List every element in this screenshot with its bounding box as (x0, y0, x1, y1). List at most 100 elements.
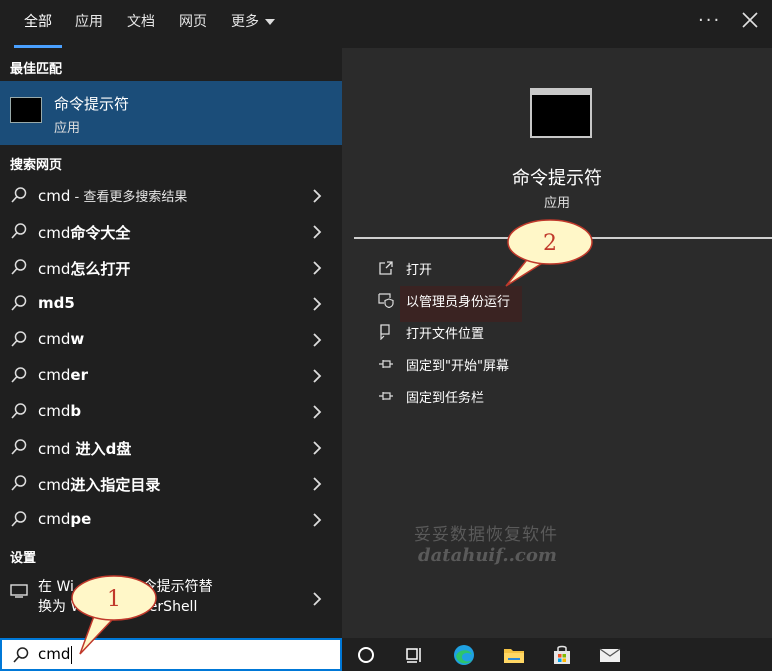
result-suffix: md5 (38, 294, 75, 312)
chevron-right-icon (313, 261, 322, 275)
chevron-right-icon (313, 513, 322, 527)
callout-2-number: 2 (543, 231, 557, 256)
search-icon (11, 187, 27, 203)
search-icon (11, 475, 27, 491)
chevron-down-icon (265, 19, 275, 25)
search-icon (11, 295, 27, 311)
close-icon (742, 12, 758, 28)
action-pin-to-start-label: 固定到"开始"屏幕 (406, 359, 509, 374)
result-suffix: 怎么打开 (70, 260, 131, 278)
action-open-label: 打开 (406, 263, 433, 278)
result-prefix: cmd (38, 440, 71, 458)
edge-browser-icon[interactable] (452, 643, 476, 667)
web-result-row[interactable]: cmd - 查看更多搜索结果 (0, 179, 342, 213)
result-suffix: 进入指定目录 (70, 476, 161, 494)
search-icon (11, 331, 27, 347)
tab-web-label: 网页 (179, 14, 207, 30)
search-icon (11, 403, 27, 419)
best-match-subtitle: 应用 (54, 121, 81, 136)
web-result-label: cmd - 查看更多搜索结果 (38, 186, 187, 205)
web-result-row[interactable]: cmdpe (0, 503, 342, 537)
best-match-item[interactable]: 命令提示符 应用 (0, 81, 342, 145)
search-icon (11, 511, 27, 527)
web-result-label: md5 (38, 294, 75, 312)
action-run-as-admin-label: 以管理员身份运行 (406, 295, 511, 310)
web-result-label: cmd怎么打开 (38, 258, 130, 279)
more-options-button[interactable]: ··· (698, 10, 721, 31)
web-result-row[interactable]: md5 (0, 287, 342, 321)
close-button[interactable] (738, 8, 762, 32)
result-prefix: cmd (38, 476, 71, 494)
result-suffix: er (70, 366, 88, 384)
action-pin-to-start[interactable]: 固定到"开始"屏幕 (342, 350, 772, 378)
shield-icon (378, 293, 394, 308)
search-icon (11, 439, 27, 455)
chevron-right-icon (313, 477, 322, 491)
chevron-right-icon (313, 405, 322, 419)
tab-apps-label: 应用 (75, 14, 103, 30)
preview-pane: 命令提示符 应用 打开 以管理员身份运行 打开文件位置 固定到"开始"屏幕 固定… (342, 48, 772, 638)
web-result-row[interactable]: cmd 进入d盘 (0, 431, 342, 465)
web-result-label: cmdb (38, 402, 81, 420)
result-prefix: cmd (38, 510, 71, 528)
web-result-label: cmdw (38, 330, 84, 348)
taskbar (342, 638, 772, 671)
search-icon (11, 259, 27, 275)
store-icon[interactable] (550, 643, 574, 667)
result-suffix: 进入d盘 (70, 440, 132, 458)
result-suffix: pe (70, 510, 92, 528)
tab-more[interactable]: 更多 (231, 0, 275, 48)
web-result-row[interactable]: cmdw (0, 323, 342, 357)
results-pane: 最佳匹配 命令提示符 应用 搜索网页 cmd - 查看更多搜索结果 cmd命令大… (0, 48, 342, 638)
result-suffix: 命令大全 (70, 224, 131, 242)
result-prefix: cmd (38, 366, 71, 384)
watermark: 妥妥数据恢复软件 datahuif..com (414, 520, 558, 566)
action-open-file-location[interactable]: 打开文件位置 (342, 318, 772, 346)
action-pin-to-taskbar-label: 固定到任务栏 (406, 391, 485, 406)
web-result-row[interactable]: cmdb (0, 395, 342, 429)
search-icon (11, 367, 27, 383)
result-prefix: cmd (38, 224, 71, 242)
web-result-row[interactable]: cmder (0, 359, 342, 393)
chevron-right-icon (313, 333, 322, 347)
tab-all[interactable]: 全部 (14, 0, 62, 48)
file-explorer-icon[interactable] (502, 643, 526, 667)
pin-icon (379, 392, 393, 400)
open-icon (379, 261, 393, 275)
tab-more-label: 更多 (231, 14, 259, 30)
web-result-row[interactable]: cmd怎么打开 (0, 251, 342, 285)
web-result-label: cmd 进入d盘 (38, 438, 131, 459)
mail-icon[interactable] (598, 643, 622, 667)
callout-1: 1 (71, 575, 157, 655)
result-suffix: - 查看更多搜索结果 (70, 190, 188, 205)
chevron-right-icon (313, 592, 322, 606)
web-result-row[interactable]: cmd命令大全 (0, 215, 342, 249)
search-icon (11, 223, 27, 239)
chevron-right-icon (313, 297, 322, 311)
preview-type: 应用 (543, 196, 570, 211)
tab-apps[interactable]: 应用 (75, 0, 103, 48)
display-settings-icon (10, 584, 28, 598)
pin-icon (379, 360, 393, 368)
tab-documents-label: 文档 (127, 14, 155, 30)
web-result-row[interactable]: cmd进入指定目录 (0, 467, 342, 501)
result-suffix: b (70, 402, 82, 420)
result-prefix: cmd (38, 187, 71, 205)
action-open-file-location-label: 打开文件位置 (406, 327, 485, 342)
watermark-line-2: datahuif..com (418, 545, 557, 566)
search-icon (13, 647, 29, 663)
action-pin-to-taskbar[interactable]: 固定到任务栏 (342, 382, 772, 410)
tab-documents[interactable]: 文档 (127, 0, 155, 48)
chevron-right-icon (313, 225, 322, 239)
result-prefix: cmd (38, 330, 71, 348)
tab-web[interactable]: 网页 (179, 0, 207, 48)
cortana-icon[interactable] (354, 643, 378, 667)
watermark-line-1: 妥妥数据恢复软件 (414, 525, 558, 545)
web-result-label: cmd进入指定目录 (38, 474, 160, 495)
web-result-label: cmd命令大全 (38, 222, 130, 243)
callout-2: 2 (505, 219, 593, 287)
settings-header: 设置 (10, 551, 37, 566)
task-view-icon[interactable] (402, 643, 426, 667)
chevron-right-icon (313, 369, 322, 383)
best-match-header: 最佳匹配 (10, 62, 63, 77)
